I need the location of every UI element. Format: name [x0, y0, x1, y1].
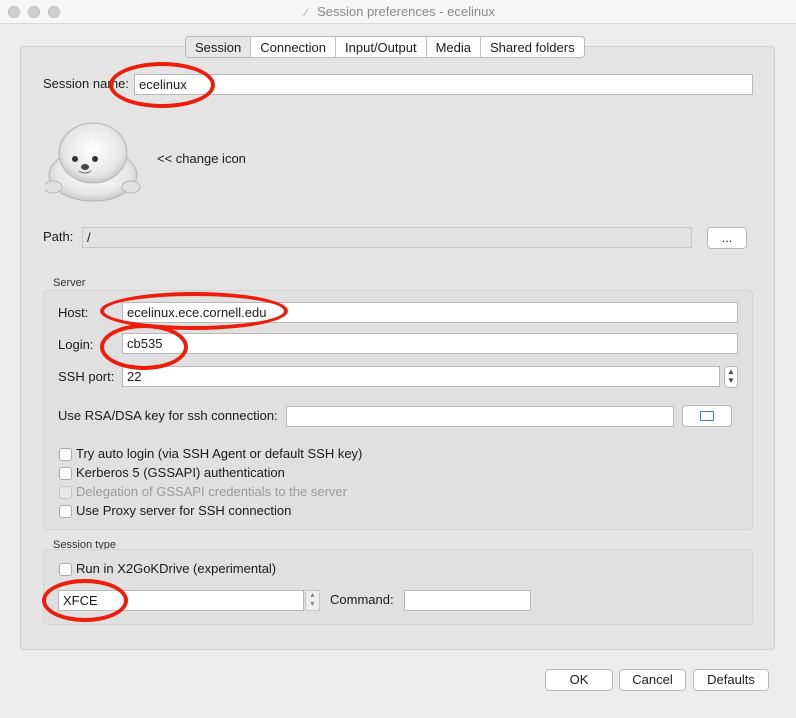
x2gokdrive-checkbox[interactable]: [59, 563, 72, 576]
x2gokdrive-label[interactable]: Run in X2GoKDrive (experimental): [76, 561, 276, 577]
annotation-ellipse-session-type: [42, 579, 128, 622]
annotation-ellipse-host: [100, 292, 288, 330]
folder-icon: [700, 411, 714, 421]
ssh-port-stepper[interactable]: ▲ ▼: [724, 366, 738, 388]
seal-icon[interactable]: [43, 115, 141, 205]
auto-login-checkbox[interactable]: [59, 448, 72, 461]
tab-session[interactable]: Session: [186, 37, 252, 57]
tab-connection[interactable]: Connection: [251, 37, 337, 57]
tab-shared-folders[interactable]: Shared folders: [481, 37, 584, 57]
server-group-title: Server: [53, 277, 86, 289]
tab-input-output[interactable]: Input/Output: [336, 37, 427, 57]
session-type-dropdown-arrows[interactable]: ▲ ▼: [305, 590, 320, 611]
annotation-ellipse-session-name: [109, 62, 215, 108]
defaults-button[interactable]: Defaults: [693, 669, 769, 691]
gssapi-delegation-checkbox: [59, 486, 72, 499]
rsa-key-input[interactable]: [286, 406, 674, 427]
tab-bar: Session Connection Input/Output Media Sh…: [185, 36, 585, 58]
command-label: Command:: [330, 592, 394, 607]
path-field: /: [82, 227, 692, 248]
change-icon-label[interactable]: << change icon: [157, 151, 246, 167]
host-label: Host:: [58, 305, 89, 320]
cancel-button[interactable]: Cancel: [619, 669, 686, 691]
rsa-key-label: Use RSA/DSA key for ssh connection:: [58, 408, 278, 423]
gssapi-delegation-label: Delegation of GSSAPI credentials to the …: [76, 484, 347, 499]
tab-media[interactable]: Media: [426, 37, 482, 57]
ssh-port-input[interactable]: 22: [122, 366, 720, 387]
window-title-container: ⁄ Session preferences - ecelinux: [0, 4, 796, 19]
annotation-ellipse-login: [100, 324, 188, 370]
rsa-key-browse-button[interactable]: [682, 405, 732, 427]
login-input[interactable]: cb535: [122, 333, 738, 354]
kerberos-label[interactable]: Kerberos 5 (GSSAPI) authentication: [76, 465, 285, 481]
ssh-port-label: SSH port:: [58, 369, 115, 384]
path-label: Path:: [43, 229, 74, 244]
proxy-checkbox[interactable]: [59, 505, 72, 518]
kerberos-checkbox[interactable]: [59, 467, 72, 480]
path-browse-button[interactable]: ...: [707, 227, 747, 249]
login-label: Login:: [58, 337, 94, 352]
session-name-input[interactable]: ecelinux: [134, 74, 753, 95]
command-input[interactable]: [404, 590, 531, 611]
window-title: Session preferences - ecelinux: [317, 4, 495, 19]
ok-button[interactable]: OK: [545, 669, 613, 691]
feather-icon: ⁄: [305, 7, 308, 19]
auto-login-label[interactable]: Try auto login (via SSH Agent or default…: [76, 446, 362, 462]
proxy-label[interactable]: Use Proxy server for SSH connection: [76, 503, 291, 519]
